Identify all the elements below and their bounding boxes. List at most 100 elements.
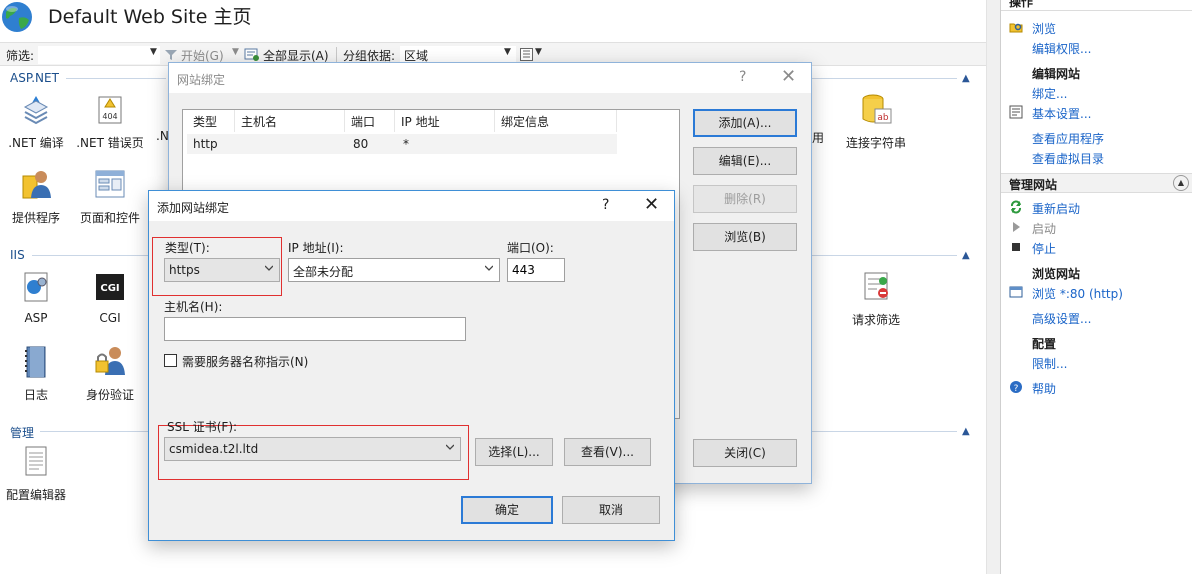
feature-providers[interactable]: 提供程序 <box>0 168 75 226</box>
collapse-aspnet-icon[interactable]: ▲ <box>962 73 970 84</box>
cancel-button[interactable]: 取消 <box>562 496 660 524</box>
funnel-icon <box>165 50 177 60</box>
feature-label: 日志 <box>23 388 48 402</box>
sni-label: 需要服务器名称指示(N) <box>182 355 309 369</box>
page-title: Default Web Site 主页 <box>48 6 252 28</box>
feature-label: 配置编辑器 <box>5 488 66 502</box>
ok-button[interactable]: 确定 <box>461 496 553 524</box>
table-row[interactable]: http 80 * <box>187 134 617 154</box>
sni-checkbox[interactable] <box>164 354 177 367</box>
action-view-applications[interactable]: 查看应用程序 <box>1032 130 1104 147</box>
database-icon: ab <box>862 94 892 124</box>
toolbar-divider <box>336 47 337 63</box>
feature-cgi[interactable]: CGI CGI <box>71 270 149 325</box>
action-view-virtual-dirs[interactable]: 查看虚拟目录 <box>1032 150 1104 167</box>
feature-connection-strings[interactable]: ab 连接字符串 <box>836 93 916 151</box>
feature-request-filtering[interactable]: 请求筛选 <box>836 270 916 328</box>
feature-label: .NET 错误页 <box>76 136 144 150</box>
start-dropdown-icon[interactable]: ▼ <box>232 47 239 57</box>
action-limits[interactable]: 限制... <box>1032 355 1067 372</box>
feature-net-compilation[interactable]: .NET 编译 <box>0 93 75 151</box>
cell-type: http <box>193 137 218 151</box>
close-dialog-button[interactable]: 关闭(C) <box>693 439 797 467</box>
view-mode-icon[interactable] <box>520 48 533 61</box>
column-header-type[interactable]: 类型 <box>187 110 235 132</box>
feature-label: 连接字符串 <box>845 136 906 150</box>
action-edit-permissions[interactable]: 编辑权限... <box>1032 40 1091 57</box>
group-line <box>812 431 957 432</box>
feature-asp[interactable]: ASP <box>0 270 75 325</box>
collapse-section-icon[interactable]: ▲ <box>1173 175 1189 191</box>
feature-label: .NET 编译 <box>8 136 64 150</box>
pages-controls-icon <box>95 170 125 198</box>
feature-authentication[interactable]: 身份验证 <box>71 345 149 403</box>
column-header-info[interactable]: 绑定信息 <box>495 110 617 132</box>
column-header-port[interactable]: 端口 <box>345 110 395 132</box>
select-certificate-button[interactable]: 选择(L)... <box>475 438 553 466</box>
column-header-host[interactable]: 主机名 <box>235 110 345 132</box>
action-restart[interactable]: 重新启动 <box>1032 200 1080 217</box>
add-binding-button[interactable]: 添加(A)... <box>693 109 797 137</box>
group-line <box>66 78 166 79</box>
feature-logging[interactable]: 日志 <box>0 345 75 403</box>
collapse-iis-icon[interactable]: ▲ <box>962 250 970 261</box>
host-name-input[interactable] <box>164 317 466 341</box>
close-icon[interactable]: ✕ <box>644 194 659 215</box>
manage-site-header: 管理网站 <box>1009 178 1058 192</box>
ip-address-select[interactable]: 全部未分配 <box>288 258 500 282</box>
actions-divider <box>1001 10 1192 11</box>
vertical-scrollbar[interactable] <box>986 0 1000 574</box>
filter-input[interactable] <box>38 46 160 64</box>
feature-label: CGI <box>99 311 121 325</box>
dialog-titlebar: 添加网站绑定 ? ✕ <box>149 191 674 221</box>
stop-icon <box>1012 243 1020 251</box>
start-icon <box>1013 222 1020 232</box>
action-stop[interactable]: 停止 <box>1032 240 1056 257</box>
type-select[interactable]: https <box>164 258 280 282</box>
close-icon[interactable]: ✕ <box>781 66 796 87</box>
view-mode-dropdown-icon[interactable]: ▼ <box>535 47 542 57</box>
feature-net-error-pages[interactable]: 404 .NET 错误页 <box>71 93 149 151</box>
dialog-title: 网站绑定 <box>177 73 226 87</box>
feature-label-truncated[interactable]: .N <box>156 129 169 143</box>
edit-binding-button[interactable]: 编辑(E)... <box>693 147 797 175</box>
help-icon[interactable]: ? <box>602 197 609 213</box>
feature-label: 身份验证 <box>85 388 134 402</box>
group-line <box>40 431 148 432</box>
cgi-icon-text: CGI <box>100 283 119 294</box>
cgi-icon: CGI <box>96 274 124 300</box>
feature-label: 页面和控件 <box>79 211 140 225</box>
chevron-down-icon <box>485 265 493 271</box>
port-input[interactable] <box>507 258 565 282</box>
browse-binding-button[interactable]: 浏览(B) <box>693 223 797 251</box>
action-browse-80[interactable]: 浏览 *:80 (http) <box>1032 285 1123 302</box>
group-line <box>812 78 957 79</box>
feature-pages-controls[interactable]: 页面和控件 <box>71 168 149 226</box>
feature-label: 请求筛选 <box>851 313 900 327</box>
action-browse[interactable]: 浏览 <box>1032 20 1056 37</box>
type-label: 类型(T): <box>165 241 210 255</box>
feature-config-editor[interactable]: 配置编辑器 <box>0 445 75 503</box>
manage-site-section[interactable]: 管理网站 ▲ <box>1001 173 1192 193</box>
action-basic-settings[interactable]: 基本设置... <box>1032 105 1091 122</box>
help-icon: ? <box>1010 381 1022 394</box>
cell-port: 80 <box>353 137 369 151</box>
action-start[interactable]: 启动 <box>1032 220 1056 237</box>
action-bindings[interactable]: 绑定... <box>1032 85 1067 102</box>
view-certificate-button[interactable]: 查看(V)... <box>564 438 651 466</box>
remove-binding-button[interactable]: 删除(R) <box>693 185 797 213</box>
ssl-certificate-label: SSL 证书(F): <box>167 420 238 434</box>
column-header-ip[interactable]: IP 地址 <box>395 110 495 132</box>
action-help[interactable]: 帮助 <box>1032 380 1056 397</box>
action-advanced-settings[interactable]: 高级设置... <box>1032 310 1091 327</box>
filter-dropdown-icon[interactable]: ▼ <box>150 47 157 57</box>
port-label: 端口(O): <box>507 241 554 255</box>
group-header-iis: IIS <box>10 248 25 262</box>
collapse-management-icon[interactable]: ▲ <box>962 426 970 437</box>
website-globe-icon <box>2 2 32 32</box>
feature-label-partial[interactable]: 用 <box>812 129 824 146</box>
request-filter-icon <box>864 272 888 300</box>
help-icon[interactable]: ? <box>739 69 746 85</box>
chevron-down-icon <box>265 265 273 271</box>
ssl-certificate-select[interactable]: csmidea.t2l.ltd <box>164 437 461 461</box>
